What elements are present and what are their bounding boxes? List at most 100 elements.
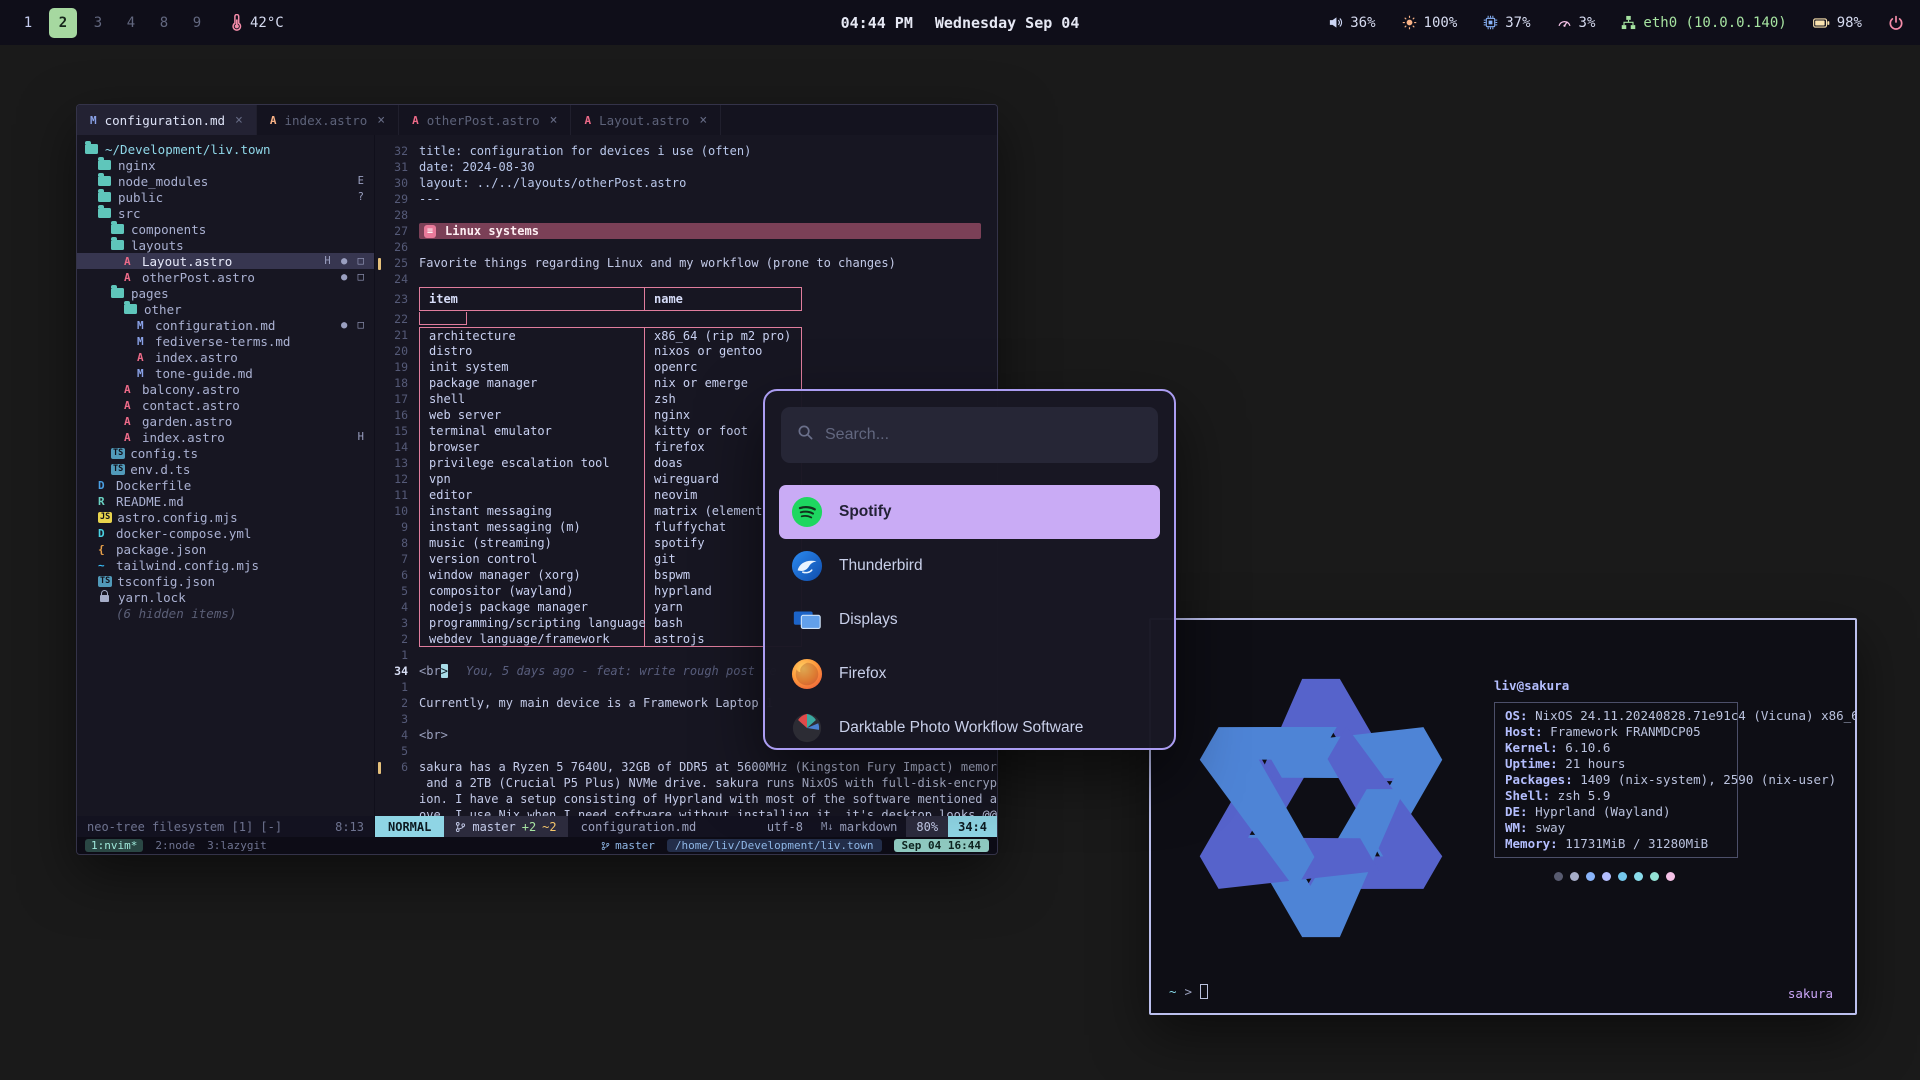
launcher-search[interactable] [781,407,1158,463]
table-cell-item: init system [419,359,645,375]
close-icon[interactable]: × [377,113,385,128]
tree-item-development-liv-town[interactable]: ~/Development/liv.town [77,141,374,157]
tree-item-yarn-lock[interactable]: yarn.lock [77,589,374,605]
tree-item-contact-astro[interactable]: Acontact.astro [77,397,374,413]
close-icon[interactable]: × [550,113,558,128]
buffer-line[interactable]: 25Favorite things regarding Linux and my… [375,255,997,271]
workspace-3[interactable]: 3 [86,8,110,38]
buffer-line[interactable]: 28 [375,207,997,223]
app-launcher: SpotifyThunderbirdDisplaysFirefoxDarktab… [763,389,1176,750]
buffer-line[interactable]: 26 [375,239,997,255]
tree-item-fediverse-terms-md[interactable]: Mfediverse-terms.md [77,333,374,349]
buffer-line[interactable]: 31date: 2024-08-30 [375,159,997,175]
line-number: 29 [375,192,419,206]
launcher-item-spotify[interactable]: Spotify [779,485,1160,539]
tree-item-label: contact.astro [142,398,240,413]
markdown-icon: M [90,114,97,127]
tab-layout-astro[interactable]: ALayout.astro× [571,105,721,135]
launcher-item-darktable-photo-workflow-software[interactable]: Darktable Photo Workflow Software [779,701,1160,750]
tree-item-index-astro[interactable]: Aindex.astro [77,349,374,365]
buffer-line[interactable]: 23itemname [375,287,997,311]
buffer-line[interactable]: 32title: configuration for devices i use… [375,143,997,159]
tree-item-tsconfig-json[interactable]: TStsconfig.json [77,573,374,589]
tab-otherpost-astro[interactable]: AotherPost.astro× [399,105,571,135]
buffer-line[interactable]: 21architecturex86_64 (rip m2 pro) [375,327,997,343]
table-cell-item: music (streaming) [419,535,645,551]
buffer-line[interactable]: 19init systemopenrc [375,359,997,375]
close-icon[interactable]: × [235,113,243,128]
tree-item-docker-compose-yml[interactable]: Ddocker-compose.yml [77,525,374,541]
tree-item-dockerfile[interactable]: DDockerfile [77,477,374,493]
line-number: 18 [375,376,419,390]
astro-icon: A [137,351,152,364]
darktable-icon [791,712,823,744]
file-tree[interactable]: ~/Development/liv.townnginxnode_modulesE… [77,135,375,816]
lock-icon [100,595,109,602]
buffer-line[interactable]: 20distronixos or gentoo [375,343,997,359]
launcher-item-firefox[interactable]: Firefox [779,647,1160,701]
buffer-line[interactable]: 6sakura has a Ryzen 5 7640U, 32GB of DDR… [375,759,997,775]
power-button[interactable] [1888,15,1904,31]
tree-item-balcony-astro[interactable]: Abalcony.astro [77,381,374,397]
buffer-line[interactable]: ion. I have a setup consisting of Hyprla… [375,791,997,807]
tree-item-nginx[interactable]: nginx [77,157,374,173]
workspace-8[interactable]: 8 [152,8,176,38]
tree-item-otherpost-astro[interactable]: AotherPost.astro● □ [77,269,374,285]
buffer-line[interactable]: 29--- [375,191,997,207]
workspace-4[interactable]: 4 [119,8,143,38]
tree-item-garden-astro[interactable]: Agarden.astro [77,413,374,429]
table-row: browserfirefox [419,439,802,455]
tab-index-astro[interactable]: Aindex.astro× [257,105,399,135]
buffer-line[interactable]: ove. I use Nix when I need software with… [375,807,997,816]
fetch-value: NixOS 24.11.20240828.71e91c4 (Vicuna) x8… [1528,708,1857,723]
fetch-info-line: Kernel: 6.10.6 [1505,740,1737,756]
buffer-line[interactable]: 30layout: ../../layouts/otherPost.astro [375,175,997,191]
tree-item-layout-astro[interactable]: ALayout.astroH ● □ [77,253,374,269]
close-icon[interactable]: × [699,113,707,128]
tree-item-index-astro[interactable]: Aindex.astroH [77,429,374,445]
buffer-line[interactable]: 27≡Linux systems [375,223,997,239]
workspace-1[interactable]: 1 [16,8,40,38]
terminal-window[interactable]: liv@sakura OS: NixOS 24.11.20240828.71e9… [1149,618,1857,1015]
tree-item-config-ts[interactable]: TSconfig.ts [77,445,374,461]
tree-item-src[interactable]: src [77,205,374,221]
fetch-value: 11731MiB / 31280MiB [1558,836,1709,851]
launcher-item-thunderbird[interactable]: Thunderbird [779,539,1160,593]
table-cell-item: distro [419,343,645,359]
tree-item-configuration-md[interactable]: Mconfiguration.md● □ [77,317,374,333]
git-branch-icon [601,841,610,851]
fetch-label: OS: [1505,708,1528,723]
buffer-line[interactable]: 22 [375,311,997,327]
tree-item-6-hidden-items[interactable]: (6 hidden items) [77,605,374,621]
buffer-text: and a 2TB (Crucial P5 Plus) NVMe drive. … [419,776,997,790]
tree-item-env-d-ts[interactable]: TSenv.d.ts [77,461,374,477]
tree-item-public[interactable]: public? [77,189,374,205]
tab-configuration-md[interactable]: Mconfiguration.md× [77,105,257,135]
launcher-item-displays[interactable]: Displays [779,593,1160,647]
tree-item-components[interactable]: components [77,221,374,237]
tree-item-package-json[interactable]: {package.json [77,541,374,557]
buffer-text: ove. I use Nix when I need software with… [419,808,997,816]
workspace-2[interactable]: 2 [49,8,77,38]
git-status-marker: ● □ [341,271,366,283]
search-input[interactable] [825,426,1142,444]
tree-item-astro-config-mjs[interactable]: JSastro.config.mjs [77,509,374,525]
git-branch-segment: master +2 ~2 [444,816,567,837]
tree-item-layouts[interactable]: layouts [77,237,374,253]
buffer-line[interactable]: 24 [375,271,997,287]
tree-item-tailwind-config-mjs[interactable]: ~tailwind.config.mjs [77,557,374,573]
tree-item-pages[interactable]: pages [77,285,374,301]
buffer-line[interactable]: and a 2TB (Crucial P5 Plus) NVMe drive. … [375,775,997,791]
tmux-window-3[interactable]: 3:lazygit [207,839,267,852]
tmux-window-1[interactable]: 1:nvim* [85,839,143,852]
tree-item-readme-md[interactable]: RREADME.md [77,493,374,509]
tree-item-other[interactable]: other [77,301,374,317]
git-diff-added: +2 [522,820,536,834]
tmux-window-2[interactable]: 2:node [155,839,195,852]
table-cell-name: x86_64 (rip m2 pro) [645,327,802,343]
clock[interactable]: 04:44 PM Wednesday Sep 04 [841,14,1080,32]
tree-item-tone-guide-md[interactable]: Mtone-guide.md [77,365,374,381]
workspace-9[interactable]: 9 [185,8,209,38]
tree-item-node-modules[interactable]: node_modulesE [77,173,374,189]
tree-item-label: otherPost.astro [142,270,255,285]
